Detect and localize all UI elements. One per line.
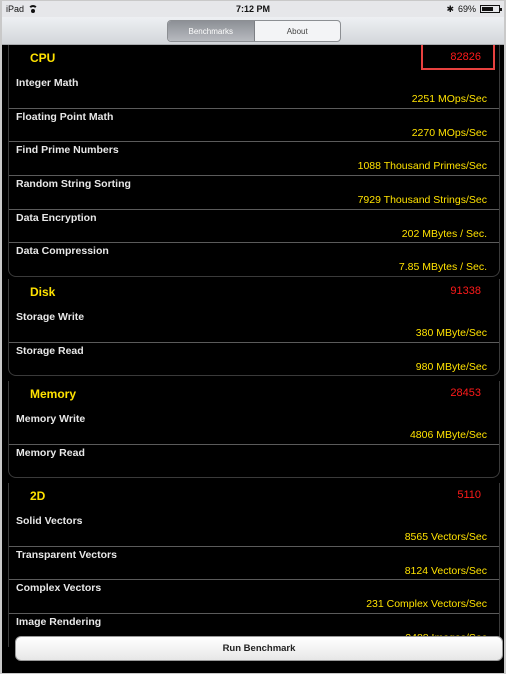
- row-label: Memory Write: [16, 413, 86, 425]
- list-item: Transparent Vectors 8124 Vectors/Sec: [9, 547, 499, 581]
- row-value: 380 MByte/Sec: [415, 327, 487, 339]
- group-disk: Disk 91338 Storage Write 380 MByte/Sec St…: [8, 279, 500, 377]
- row-value: 8124 Vectors/Sec: [404, 564, 487, 577]
- row-value: 8565 Vectors/Sec: [404, 531, 487, 543]
- row-value: 980 MByte/Sec: [415, 360, 487, 373]
- list-item: Memory Write 4806 MByte/Sec: [9, 411, 499, 445]
- row-label: Storage Write: [16, 311, 85, 323]
- app-window: iPad 7:12 PM ✱ 69% Benchmarks About CPU …: [2, 1, 504, 673]
- group-memory: Memory 28453 Memory Write 4806 MByte/Sec …: [8, 381, 500, 479]
- tab-benchmarks[interactable]: Benchmarks: [168, 21, 255, 41]
- list-item: Complex Vectors 231 Complex Vectors/Sec: [9, 580, 499, 615]
- battery-icon: [480, 5, 502, 13]
- list-item: Storage Read 980 MByte/Sec: [9, 343, 499, 376]
- segmented-control: Benchmarks About: [167, 20, 341, 42]
- group-cpu: CPU 82826 Integer Math 2251 MOps/Sec Floa…: [8, 45, 500, 278]
- list-item: Solid Vectors 8565 Vectors/Sec: [9, 513, 499, 547]
- group-score: 28453: [450, 387, 481, 399]
- run-benchmark-button[interactable]: Run Benchmark: [15, 636, 503, 661]
- row-label: Image Rendering: [16, 616, 102, 629]
- row-label: Solid Vectors: [16, 515, 83, 527]
- list-item: Memory Read: [9, 445, 499, 478]
- clock: 7:12 PM: [235, 4, 270, 14]
- row-label: Storage Read: [16, 344, 84, 357]
- toolbar: Benchmarks About: [2, 17, 504, 45]
- list-item: Data Encryption 202 MBytes / Sec.: [9, 210, 499, 244]
- row-label: Floating Point Math: [16, 110, 114, 123]
- row-label: Data Compression: [16, 245, 109, 258]
- row-label: Integer Math: [16, 77, 79, 89]
- group-title: CPU: [30, 51, 56, 65]
- list-item: Floating Point Math 2270 MOps/Sec: [9, 109, 499, 143]
- list-item: Data Compression 7.85 MBytes / Sec.: [9, 243, 499, 276]
- row-label: Transparent Vectors: [16, 548, 117, 561]
- list-item: Find Prime Numbers 1088 Thousand Primes/S…: [9, 142, 499, 177]
- row-value: 1088 Thousand Primes/Sec: [357, 160, 487, 173]
- bluetooth-icon: ✱: [446, 3, 454, 14]
- score-highlight-box: [421, 45, 495, 70]
- battery-fill: [482, 7, 493, 11]
- row-label: Random String Sorting: [16, 178, 131, 191]
- battery-percent: 69%: [457, 4, 476, 14]
- group-score: 91338: [450, 285, 481, 297]
- row-value: 2270 MOps/Sec: [411, 126, 487, 139]
- row-value: 202 MBytes / Sec.: [401, 227, 487, 240]
- status-bar: iPad 7:12 PM ✱ 69%: [2, 1, 504, 17]
- row-label: Find Prime Numbers: [16, 144, 119, 157]
- list-item: Integer Math 2251 MOps/Sec: [9, 75, 499, 109]
- row-value: 231 Complex Vectors/Sec: [366, 598, 487, 611]
- list-item: Storage Write 380 MByte/Sec: [9, 309, 499, 343]
- row-label: Data Encryption: [16, 211, 97, 224]
- list-item: Random String Sorting 7929 Thousand Strin…: [9, 176, 499, 210]
- group-title: 2D: [30, 489, 46, 503]
- row-label: Memory Read: [16, 446, 85, 459]
- tab-about[interactable]: About: [255, 21, 341, 41]
- row-value: 7.85 MBytes / Sec.: [398, 261, 487, 274]
- row-value: 4806 MByte/Sec: [409, 429, 487, 441]
- row-value: 2251 MOps/Sec: [411, 93, 487, 105]
- benchmark-list[interactable]: CPU 82826 Integer Math 2251 MOps/Sec Floa…: [2, 45, 504, 673]
- group-title: Disk: [30, 285, 56, 299]
- group-2d: 2D 5110 Solid Vectors 8565 Vectors/Sec Tr…: [8, 483, 500, 647]
- row-value: 7929 Thousand Strings/Sec: [357, 194, 487, 207]
- group-score: 5110: [457, 489, 481, 501]
- row-label: Complex Vectors: [16, 582, 102, 595]
- group-title: Memory: [30, 387, 77, 401]
